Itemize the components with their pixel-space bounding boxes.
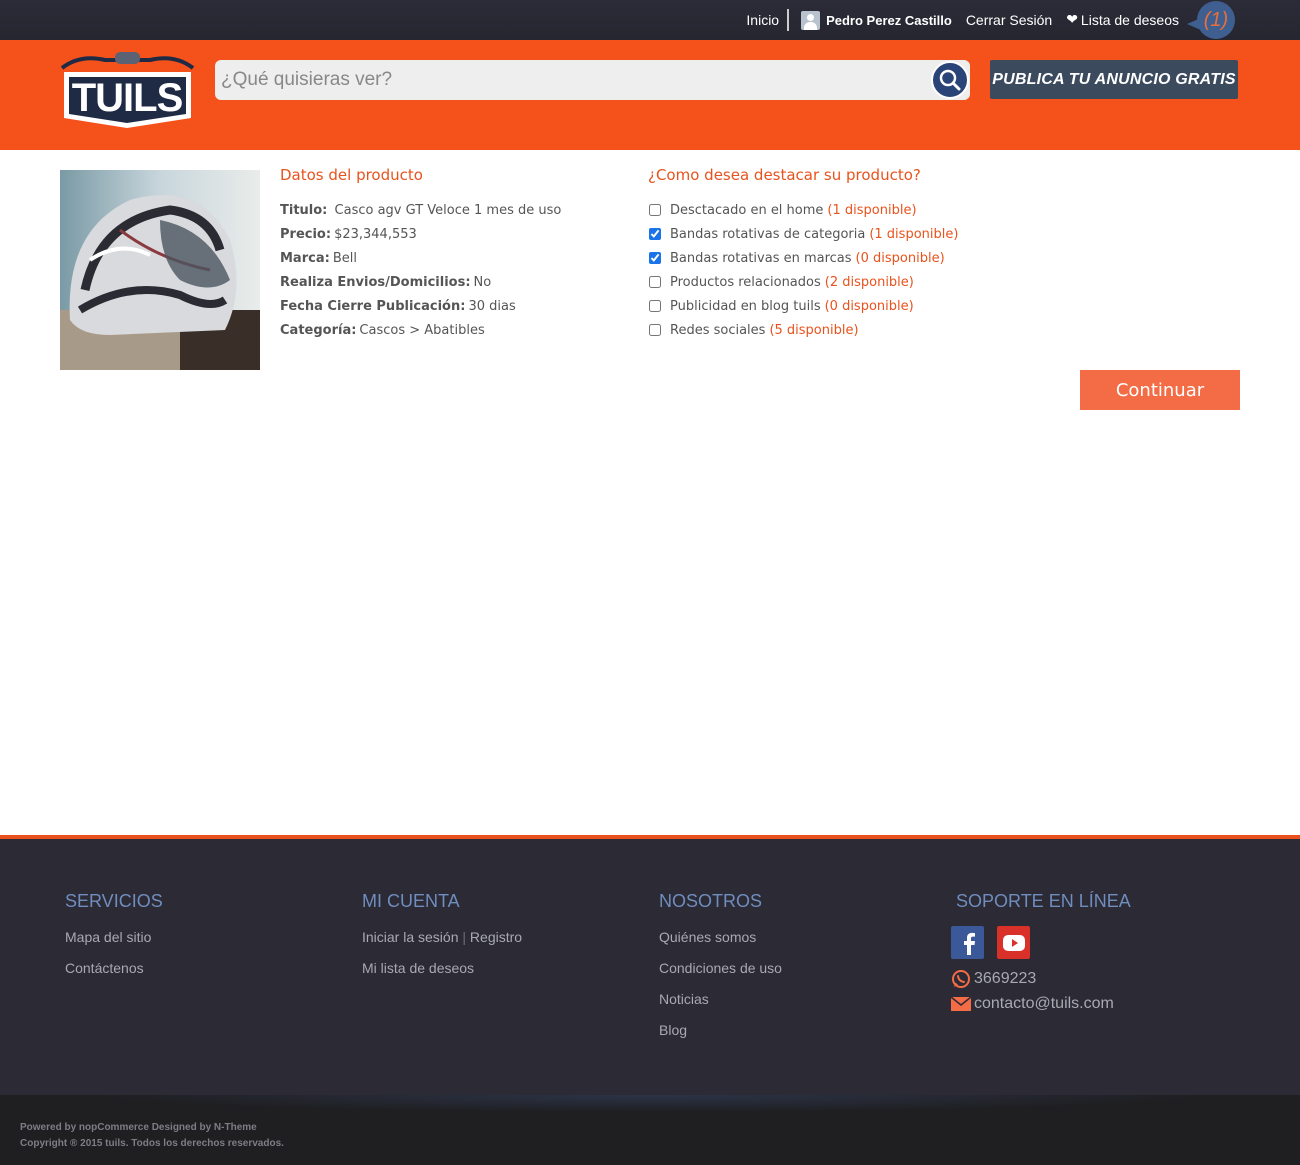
detail-value: 30 dias [468, 298, 516, 314]
option-label: Redes sociales [670, 322, 766, 338]
option-label: Publicidad en blog tuils [670, 298, 821, 314]
footer-services: SERVICIOS Mapa del sitio Contáctenos [65, 891, 163, 991]
sitemap-link[interactable]: Mapa del sitio [65, 929, 163, 960]
detail-value: No [473, 274, 492, 290]
wishlist-count-badge[interactable]: (1) [1187, 1, 1235, 39]
login-register-row: Iniciar la sesión | Registro [362, 929, 522, 960]
detail-label: Marca: [280, 250, 330, 266]
option-checkbox[interactable] [649, 252, 661, 264]
detail-value: Casco agv GT Veloce 1 mes de uso [330, 202, 562, 218]
detail-row-title: Titulo: Casco agv GT Veloce 1 mes de uso [280, 198, 561, 222]
my-wishlist-link[interactable]: Mi lista de deseos [362, 960, 522, 991]
detail-label: Categoría: [280, 322, 357, 338]
option-checkbox[interactable] [649, 204, 661, 216]
wishlist-link[interactable]: Lista de deseos [1081, 12, 1179, 28]
footer-account: MI CUENTA Iniciar la sesión | Registro M… [362, 891, 522, 991]
user-avatar-icon [801, 10, 821, 30]
detail-value: Bell [332, 250, 357, 266]
option-availability: (2 disponible) [824, 274, 914, 290]
blog-link[interactable]: Blog [659, 1022, 782, 1053]
terms-link[interactable]: Condiciones de uso [659, 960, 782, 991]
option-availability: (0 disponible) [855, 250, 945, 266]
option-availability: (1 disponible) [869, 226, 959, 242]
footer-glow [0, 1095, 1300, 1115]
footer-bottom: Powered by nopCommerce Designed by N-The… [0, 1095, 1300, 1165]
detail-value: $23,344,553 [334, 226, 417, 242]
detail-label: Fecha Cierre Publicación: [280, 298, 466, 314]
email-link[interactable]: contacto@tuils.com [974, 995, 1114, 1013]
top-divider [787, 9, 790, 31]
search-bar [215, 60, 970, 100]
detail-row-category: Categoría: Cascos > Abatibles [280, 318, 561, 342]
logout-link[interactable]: Cerrar Sesión [966, 12, 1052, 28]
social-icons [951, 926, 1131, 959]
footer-about-title: NOSOTROS [659, 891, 763, 911]
whatsapp-icon [952, 970, 970, 988]
youtube-icon[interactable] [997, 926, 1030, 959]
login-link[interactable]: Iniciar la sesión [362, 929, 459, 945]
option-social[interactable]: Redes sociales (5 disponible) [648, 318, 958, 342]
detail-value: Cascos > Abatibles [359, 322, 485, 338]
product-data-title: Datos del producto [280, 166, 423, 184]
user-name-link[interactable]: Pedro Perez Castillo [826, 13, 952, 28]
detail-row-close-date: Fecha Cierre Publicación: 30 dias [280, 294, 561, 318]
phone-number: 3669223 [974, 970, 1037, 987]
register-link[interactable]: Registro [470, 929, 522, 945]
option-related-products[interactable]: Productos relacionados (2 disponible) [648, 270, 958, 294]
facebook-icon[interactable] [951, 926, 984, 959]
detail-label: Titulo: [280, 202, 328, 218]
product-details: Titulo: Casco agv GT Veloce 1 mes de uso… [280, 198, 561, 342]
option-label: Productos relacionados [670, 274, 821, 290]
publish-ad-button[interactable]: PUBLICA TU ANUNCIO GRATIS [990, 60, 1238, 99]
footer-support-title: SOPORTE EN LÍNEA [956, 891, 1131, 911]
login-register-separator: | [462, 929, 467, 945]
footer-support: SOPORTE EN LÍNEA 3669223 contacto@tuils.… [951, 891, 1131, 1013]
tuils-logo[interactable]: TUILS [60, 50, 195, 130]
detail-row-price: Precio: $23,344,553 [280, 222, 561, 246]
option-label: Bandas rotativas de categoria [670, 226, 866, 242]
logo-text: TUILS [72, 76, 183, 120]
product-image [60, 170, 260, 370]
continue-button[interactable]: Continuar [1080, 370, 1240, 410]
heart-icon: ❤ [1066, 12, 1078, 28]
option-checkbox[interactable] [649, 276, 661, 288]
search-button[interactable] [931, 61, 969, 99]
option-checkbox[interactable] [649, 228, 661, 240]
site-header: TUILS PUBLICA TU ANUNCIO GRATIS [0, 40, 1300, 150]
detail-row-brand: Marca: Bell [280, 246, 561, 270]
detail-label: Realiza Envios/Domicilios: [280, 274, 471, 290]
option-brand-bands[interactable]: Bandas rotativas en marcas (0 disponible) [648, 246, 958, 270]
powered-by-text: Powered by nopCommerce Designed by N-The… [20, 1122, 257, 1133]
detail-label: Precio: [280, 226, 332, 242]
contact-link[interactable]: Contáctenos [65, 960, 163, 991]
detail-row-shipping: Realiza Envios/Domicilios: No [280, 270, 561, 294]
option-availability: (5 disponible) [769, 322, 859, 338]
site-footer: SERVICIOS Mapa del sitio Contáctenos MI … [0, 835, 1300, 1095]
about-us-link[interactable]: Quiénes somos [659, 929, 782, 960]
option-checkbox[interactable] [649, 300, 661, 312]
phone-contact: 3669223 [951, 969, 1131, 989]
search-icon [939, 69, 961, 91]
option-home[interactable]: Desctacado en el home (1 disponible) [648, 198, 958, 222]
highlight-options: Desctacado en el home (1 disponible) Band… [648, 198, 958, 342]
home-link[interactable]: Inicio [746, 12, 779, 28]
option-label: Bandas rotativas en marcas [670, 250, 852, 266]
footer-about: NOSOTROS Quiénes somos Condiciones de us… [659, 891, 782, 1053]
email-contact: contacto@tuils.com [951, 995, 1131, 1013]
option-availability: (0 disponible) [824, 298, 914, 314]
option-checkbox[interactable] [649, 324, 661, 336]
option-label: Desctacado en el home [670, 202, 824, 218]
option-blog-ads[interactable]: Publicidad en blog tuils (0 disponible) [648, 294, 958, 318]
footer-services-title: SERVICIOS [65, 891, 163, 911]
option-availability: (1 disponible) [827, 202, 917, 218]
copyright-text: Copyright ® 2015 tuils. Todos los derech… [20, 1138, 284, 1149]
highlight-title: ¿Como desea destacar su producto? [648, 166, 921, 184]
footer-account-title: MI CUENTA [362, 891, 460, 911]
top-bar: Inicio Pedro Perez Castillo Cerrar Sesió… [0, 0, 1300, 40]
mail-icon [951, 997, 971, 1011]
option-category-bands[interactable]: Bandas rotativas de categoria (1 disponib… [648, 222, 958, 246]
top-links: Inicio Pedro Perez Castillo Cerrar Sesió… [746, 0, 1235, 40]
news-link[interactable]: Noticias [659, 991, 782, 1022]
search-input[interactable] [215, 60, 925, 100]
